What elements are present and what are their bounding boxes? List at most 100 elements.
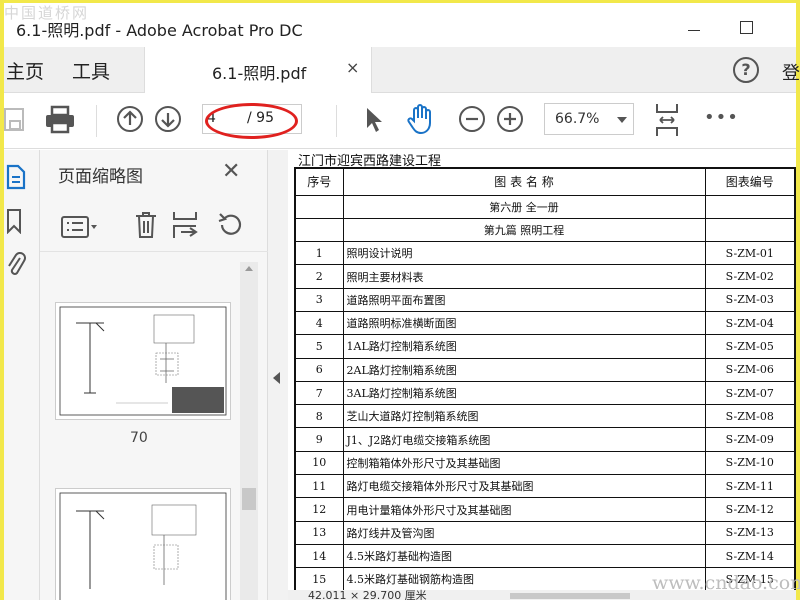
maximize-button[interactable] <box>740 21 753 34</box>
menu-tab-bar: 主页 工具 6.1-照明.pdf × ? 登 <box>4 47 800 93</box>
panel-splitter[interactable] <box>268 150 288 600</box>
section-label: 第九篇 照明工程 <box>342 217 706 243</box>
tab-close-icon[interactable]: × <box>346 58 359 77</box>
drawing-code: S-ZM-05 <box>704 334 796 359</box>
drawing-name: 照明设计说明 <box>342 241 706 266</box>
row-number: 11 <box>294 474 344 499</box>
table-row: 6 2AL路灯控制箱系统图 S-ZM-06 <box>294 357 796 382</box>
navigation-rail <box>4 150 40 600</box>
zoom-in-icon[interactable] <box>496 105 524 133</box>
drawing-code: S-ZM-12 <box>704 497 796 522</box>
minimize-button[interactable] <box>688 30 700 31</box>
table-row: 第九篇 照明工程 <box>294 217 796 243</box>
thumbnail-drawing <box>59 492 227 600</box>
drawing-code: S-ZM-04 <box>704 310 796 336</box>
extract-page-icon[interactable] <box>172 210 198 240</box>
pdf-page: 江门市迎宾西路建设工程 序号 图 表 名 称 图表编号 第六册 全一册 第九篇 … <box>288 150 796 600</box>
table-row: 第六册 全一册 <box>294 194 796 219</box>
document-tab-label: 6.1-照明.pdf <box>212 64 307 83</box>
page-thumbnail[interactable] <box>55 488 231 600</box>
row-number: 2 <box>294 264 344 289</box>
table-row: 3 道路照明平面布置图 S-ZM-03 <box>294 287 796 312</box>
drawing-code: S-ZM-07 <box>704 380 796 406</box>
print-icon[interactable] <box>44 105 76 135</box>
title-bar: 6.1-照明.pdf - Adobe Acrobat Pro DC <box>4 3 796 47</box>
thumbnail-page-number: 70 <box>130 430 148 446</box>
toolbar-separator <box>96 105 97 137</box>
scrollbar-thumb[interactable] <box>242 488 256 510</box>
menu-home[interactable]: 主页 <box>6 57 44 84</box>
delete-page-icon[interactable] <box>134 210 158 240</box>
save-icon[interactable] <box>4 107 26 133</box>
table-row: 12 用电计量箱体外形尺寸及其基础图 S-ZM-12 <box>294 497 796 522</box>
zoom-out-icon[interactable] <box>458 105 486 133</box>
zoom-select[interactable]: 66.7% <box>544 103 634 135</box>
zoom-value: 66.7% <box>555 111 600 127</box>
drawing-index-table: 序号 图 表 名 称 图表编号 第六册 全一册 第九篇 照明工程 1 照明设计说明… <box>294 167 796 593</box>
rotate-page-icon[interactable] <box>216 211 244 239</box>
scroll-up-arrow-icon[interactable] <box>245 266 253 271</box>
row-number: 4 <box>294 310 344 336</box>
drawing-code: S-ZM-02 <box>704 264 796 289</box>
table-row: 11 路灯电缆交接箱体外形尺寸及其基础图 S-ZM-11 <box>294 474 796 499</box>
drawing-name: 道路照明平面布置图 <box>342 287 706 312</box>
menu-tools[interactable]: 工具 <box>72 57 110 84</box>
table-row: 5 1AL路灯控制箱系统图 S-ZM-05 <box>294 334 796 359</box>
table-header-row: 序号 图 表 名 称 图表编号 <box>294 167 796 196</box>
close-icon[interactable]: ✕ <box>222 159 240 184</box>
table-cell <box>294 194 344 219</box>
more-tools-icon[interactable]: ••• <box>704 107 739 128</box>
table-row: 1 照明设计说明 S-ZM-01 <box>294 241 796 266</box>
drawing-code: S-ZM-06 <box>704 357 796 382</box>
row-number: 5 <box>294 334 344 359</box>
red-highlight-annotation <box>205 103 298 139</box>
fit-page-icon[interactable] <box>654 102 680 138</box>
drawing-code: S-ZM-01 <box>704 241 796 266</box>
chevron-down-icon <box>617 117 627 123</box>
drawing-name: 4.5米路灯基础构造图 <box>342 543 706 569</box>
drawing-code: S-ZM-14 <box>704 543 796 569</box>
attachments-icon[interactable] <box>6 250 26 278</box>
document-view[interactable]: 江门市迎宾西路建设工程 序号 图 表 名 称 图表编号 第六册 全一册 第九篇 … <box>288 150 796 600</box>
row-number: 6 <box>294 357 344 382</box>
drawing-name: 照明主要材料表 <box>342 264 706 289</box>
panel-toolbar <box>40 202 268 252</box>
table-row: 4 道路照明标准横断面图 S-ZM-04 <box>294 310 796 336</box>
drawing-name: 芝山大道路灯控制箱系统图 <box>342 404 706 429</box>
thumbnail-scrollbar[interactable] <box>240 262 258 600</box>
help-icon[interactable]: ? <box>733 57 759 83</box>
drawing-name: 控制箱箱体外形尺寸及其基础图 <box>342 450 706 476</box>
column-header: 图 表 名 称 <box>342 167 706 196</box>
row-number: 1 <box>294 241 344 266</box>
column-header: 序号 <box>294 167 344 196</box>
row-number: 13 <box>294 520 344 545</box>
table-row: 2 照明主要材料表 S-ZM-02 <box>294 264 796 289</box>
row-number: 3 <box>294 287 344 312</box>
select-cursor-icon[interactable] <box>364 106 384 134</box>
section-label: 第六册 全一册 <box>342 194 706 219</box>
table-cell <box>704 194 796 219</box>
previous-page-icon[interactable] <box>116 105 144 133</box>
hand-tool-icon[interactable] <box>406 103 436 135</box>
next-page-icon[interactable] <box>154 105 182 133</box>
document-tab[interactable]: 6.1-照明.pdf × <box>144 47 372 93</box>
bookmarks-icon[interactable] <box>6 208 22 234</box>
thumbnails-panel: 页面缩略图 ✕ 70 <box>40 150 268 600</box>
sign-in-link[interactable]: 登 <box>782 59 800 85</box>
drawing-code: S-ZM-11 <box>704 474 796 499</box>
row-number: 12 <box>294 497 344 522</box>
table-row: 7 3AL路灯控制箱系统图 S-ZM-07 <box>294 380 796 406</box>
collapse-panel-arrow-icon[interactable] <box>273 372 280 384</box>
thumbnail-drawing <box>59 306 227 416</box>
watermark-bottom-right: www.cndao.com <box>652 572 800 594</box>
thumbnail-options-icon[interactable] <box>60 214 100 240</box>
page-size-status: 42.011 × 29.700 厘米 <box>308 589 427 600</box>
scrollbar-thumb[interactable] <box>510 593 630 599</box>
toolbar: / 95 66.7% ••• <box>4 93 796 149</box>
table-row: 14 4.5米路灯基础构造图 S-ZM-14 <box>294 543 796 569</box>
page-thumbnails-icon[interactable] <box>6 164 26 190</box>
row-number: 10 <box>294 450 344 476</box>
row-number: 8 <box>294 404 344 429</box>
page-thumbnail[interactable] <box>55 302 231 420</box>
panel-title: 页面缩略图 <box>58 167 143 187</box>
